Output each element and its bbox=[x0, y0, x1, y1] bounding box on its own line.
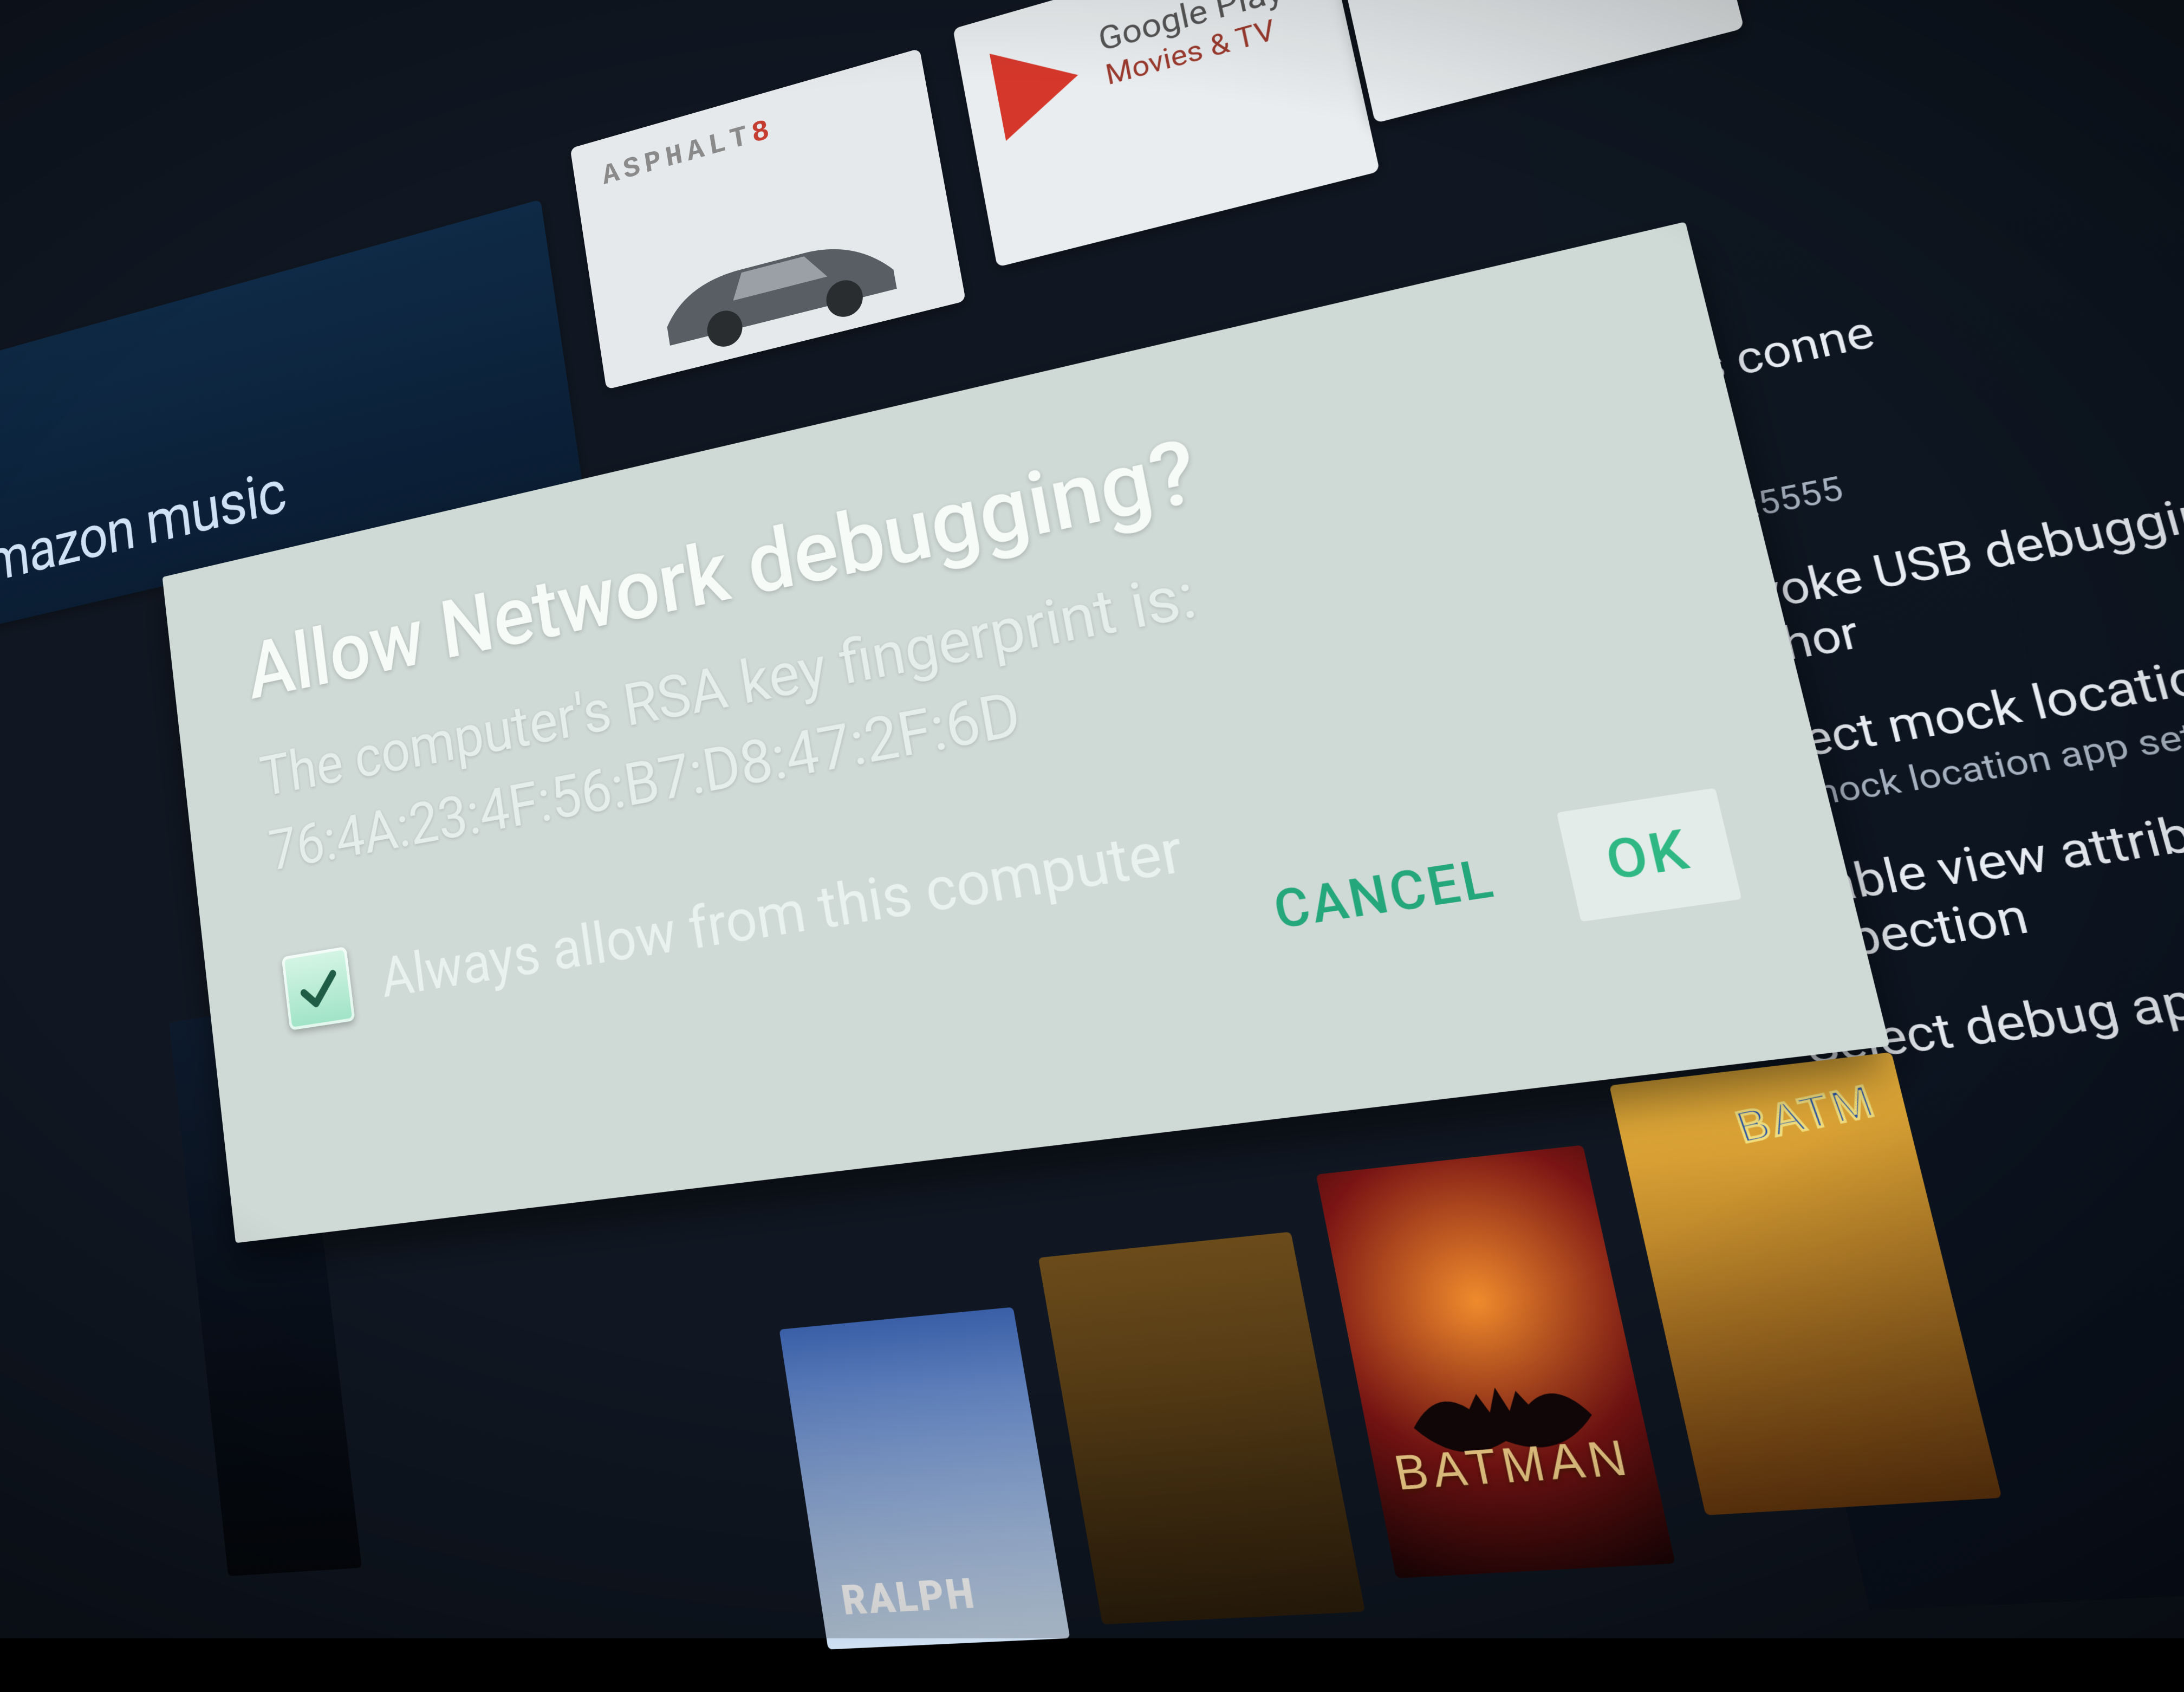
thumb-ralph-label: RALPH bbox=[838, 1570, 980, 1625]
ok-button[interactable]: OK bbox=[1557, 788, 1742, 922]
check-icon bbox=[294, 960, 343, 1016]
tile-google-play-movies[interactable]: Google Play Movies & TV bbox=[953, 0, 1380, 267]
thumb-batman-2-label: BATM bbox=[1729, 1074, 1883, 1153]
thumb-movie-2[interactable] bbox=[1038, 1232, 1366, 1625]
always-allow-checkbox[interactable] bbox=[281, 946, 355, 1030]
play-movies-icon bbox=[990, 31, 1087, 141]
thumb-ralph[interactable]: RALPH bbox=[779, 1307, 1070, 1650]
car-icon bbox=[644, 191, 913, 366]
thumb-batman-1[interactable]: BATMAN bbox=[1316, 1145, 1675, 1578]
tile-asphalt-8[interactable]: ASPHALT8 bbox=[570, 48, 966, 390]
